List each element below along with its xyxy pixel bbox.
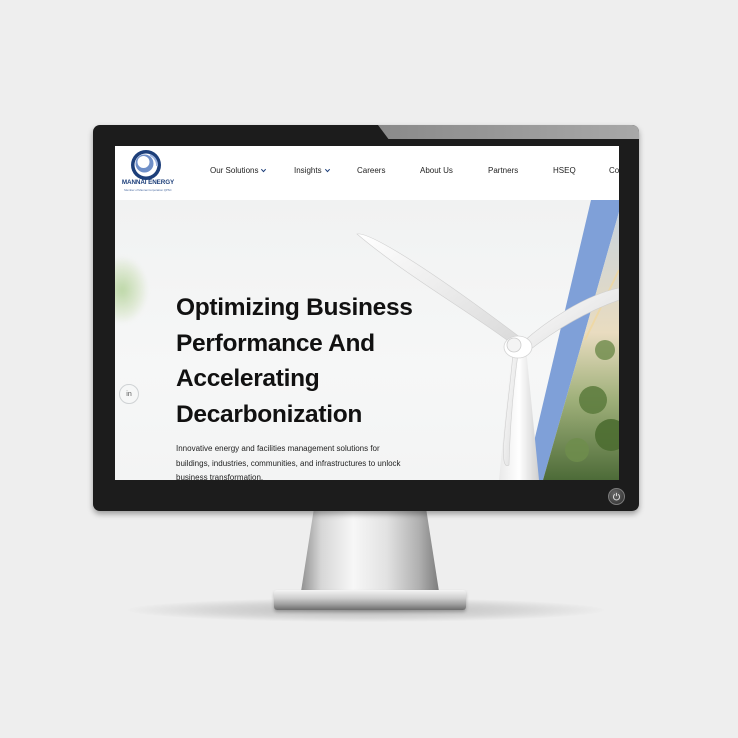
nav-item-label: Insights — [294, 166, 322, 175]
monitor-base — [274, 590, 466, 610]
nav-item-label: Careers — [357, 166, 386, 175]
nav-item-insights[interactable]: Insights — [294, 166, 331, 175]
nav-item-label: HSEQ — [553, 166, 576, 175]
nav-item-label: About Us — [420, 166, 453, 175]
power-symbol — [612, 492, 621, 501]
site-header: MANNAI ENERGY Member of Mannai Corporati… — [115, 146, 619, 200]
hero-title: Optimizing Business Performance And Acce… — [176, 294, 413, 428]
main-navigation: Our Solutions Insights Careers About Us … — [115, 146, 619, 200]
nav-item-our-solutions[interactable]: Our Solutions — [210, 166, 267, 175]
bezel-highlight — [378, 125, 639, 139]
linkedin-icon[interactable]: in — [119, 384, 139, 404]
chevron-down-icon — [324, 168, 330, 173]
nav-item-about-us[interactable]: About Us — [420, 166, 453, 175]
monitor-screen: MANNAI ENERGY Member of Mannai Corporati… — [115, 146, 619, 480]
hero-section: Optimizing Business Performance And Acce… — [115, 200, 619, 480]
power-icon[interactable] — [608, 488, 625, 505]
chevron-down-icon — [261, 168, 267, 173]
linkedin-label: in — [126, 390, 132, 398]
nav-item-partners[interactable]: Partners — [488, 166, 518, 175]
nav-item-label: Partners — [488, 166, 519, 175]
nav-item-contact[interactable]: Co — [609, 166, 619, 175]
monitor-stand — [300, 508, 440, 598]
nav-item-label: Our Solutions — [210, 166, 259, 175]
nav-item-label: Co — [609, 166, 619, 175]
nav-item-hseq[interactable]: HSEQ — [553, 166, 576, 175]
blurred-leaf-decoration — [115, 258, 147, 322]
hero-description: Innovative energy and facilities managem… — [176, 444, 401, 480]
nav-item-careers[interactable]: Careers — [357, 166, 385, 175]
